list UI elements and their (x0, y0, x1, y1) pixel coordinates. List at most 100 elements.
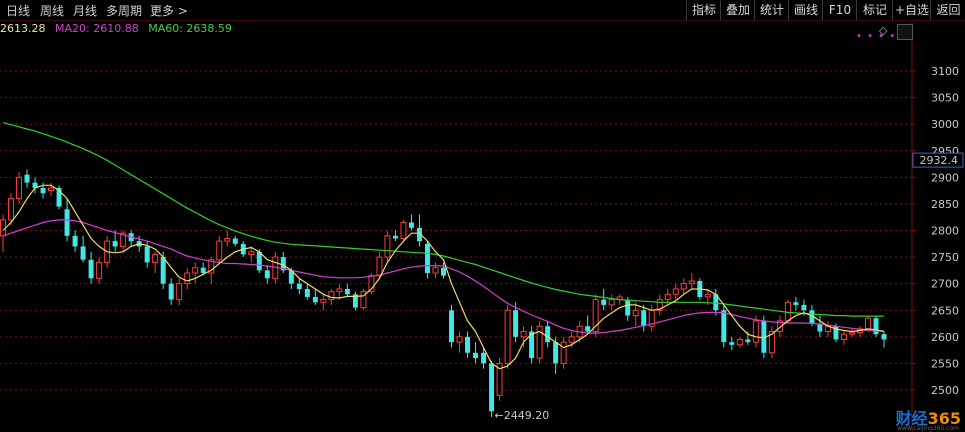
tab-monthly[interactable]: 月线 (73, 2, 97, 19)
candle-body-up (568, 336, 575, 343)
candle-body-down (489, 363, 495, 412)
candle-body-down (392, 235, 398, 239)
price-tick-label: 2700 (931, 278, 959, 291)
candle-body-down (465, 336, 471, 353)
candle-body-up (224, 237, 231, 242)
candle-body-down (881, 334, 887, 340)
candle-body-down (545, 326, 551, 343)
candle-body-up (680, 283, 687, 290)
price-tick-label: 2850 (931, 198, 959, 211)
candle-body-down (481, 352, 487, 364)
candle-body-up (176, 283, 183, 301)
candle-body-down (641, 310, 647, 327)
candle-body-down (200, 267, 206, 274)
indicator-button[interactable]: 指标 (686, 0, 721, 20)
statistics-button[interactable]: 统计 (754, 0, 789, 20)
low-price-annotation: ←2449.20 (495, 409, 550, 422)
candle-body-down (449, 310, 454, 343)
candle-body-up (48, 187, 55, 192)
tab-multi-period[interactable]: 多周期 (106, 2, 142, 19)
candle-body-up (192, 267, 199, 274)
mark-button[interactable]: 标记 (856, 0, 893, 20)
candle-body-up (320, 299, 327, 303)
candle-body-down (112, 241, 118, 247)
price-axis: 3100305030002950290028502800275027002650… (911, 22, 964, 431)
back-button[interactable]: 返回 (930, 0, 965, 20)
candle-body-down (264, 270, 270, 279)
f10-button[interactable]: F10 (822, 0, 857, 20)
candle-body-down (729, 342, 735, 345)
candle-body-down (344, 288, 350, 295)
candle-body-up (336, 288, 343, 293)
candle-body-up (248, 251, 255, 255)
candle-body-down (473, 352, 479, 359)
candle-body-down (160, 257, 166, 284)
candle-body-up (376, 256, 383, 277)
candle-body-up (736, 338, 743, 346)
candle-body-down (232, 238, 238, 244)
candle-body-up (0, 219, 6, 237)
candle-body-down (793, 302, 799, 305)
candle-body-down (625, 299, 631, 316)
ma20-value: MA20: 2610.88 (55, 22, 139, 35)
candle-body-down (312, 296, 318, 303)
candle-body-up (664, 293, 671, 301)
candle-body-up (848, 332, 855, 335)
candle-body-down (24, 174, 30, 183)
ma-legend: 2613.28 MA20: 2610.88 MA60: 2638.59 (0, 22, 238, 35)
candle-body-up (216, 240, 223, 261)
candle-body-down (296, 283, 302, 289)
tab-daily[interactable]: 日线 (6, 2, 30, 19)
candle-body-up (16, 176, 23, 200)
candle-body-up (520, 331, 527, 338)
candle-body-down (601, 299, 607, 305)
candle-body-down (585, 326, 591, 332)
price-grid (0, 70, 912, 391)
candle-body-up (184, 272, 191, 285)
price-tick-label: 2500 (931, 384, 959, 397)
candle-body-up (96, 261, 103, 279)
tab-more[interactable]: 更多 > (150, 2, 188, 19)
tab-weekly[interactable]: 周线 (40, 2, 64, 19)
candle-body-down (441, 267, 446, 276)
candle-body-down (513, 310, 519, 337)
candle-body-down (168, 283, 174, 300)
ma60-value: MA60: 2638.59 (148, 22, 232, 35)
price-tick-label: 3000 (931, 118, 959, 131)
candle-body-down (408, 222, 414, 228)
candle-body-up (432, 267, 439, 274)
candle-body-down (304, 288, 310, 297)
overlay-button[interactable]: 叠加 (720, 0, 755, 20)
draw-line-button[interactable]: 画线 (788, 0, 823, 20)
candle-body-down (256, 251, 262, 271)
moving-averages (2, 122, 885, 370)
candle-body-up (384, 235, 391, 258)
price-tick-label: 2650 (931, 304, 959, 317)
candle-body-up (864, 317, 871, 330)
price-tick-label: 2550 (931, 357, 959, 370)
candle-body-up (504, 309, 511, 364)
candle-body-up (704, 293, 711, 298)
scroll-handle[interactable] (897, 24, 913, 40)
candle-body-down (72, 235, 78, 247)
add-watchlist-button[interactable]: +自选 (892, 0, 931, 20)
candle-body-up (840, 333, 847, 340)
ma5-value: 2613.28 (0, 22, 46, 35)
candle-body-up (632, 309, 639, 317)
candle-body-up (560, 341, 567, 364)
low-price-label: ←2449.20 (495, 409, 550, 422)
candle-body-down (745, 339, 751, 343)
candle-body-up (328, 291, 335, 301)
candle-body-down (801, 304, 807, 311)
candle-body-up (688, 280, 695, 285)
kline-chart[interactable]: 3100305030002950290028502800275027002650… (0, 0, 965, 431)
price-tick-label: 2600 (931, 331, 959, 344)
price-tick-label: 2750 (931, 251, 959, 264)
ma60-line (2, 122, 884, 317)
candle-body-up (672, 288, 679, 295)
candle-body-down (40, 187, 46, 194)
price-tick-label: 3100 (931, 65, 959, 78)
candle-body-up (752, 320, 759, 343)
candle-body-down (553, 342, 559, 364)
diamond-icon[interactable]: ◇ (879, 24, 887, 37)
